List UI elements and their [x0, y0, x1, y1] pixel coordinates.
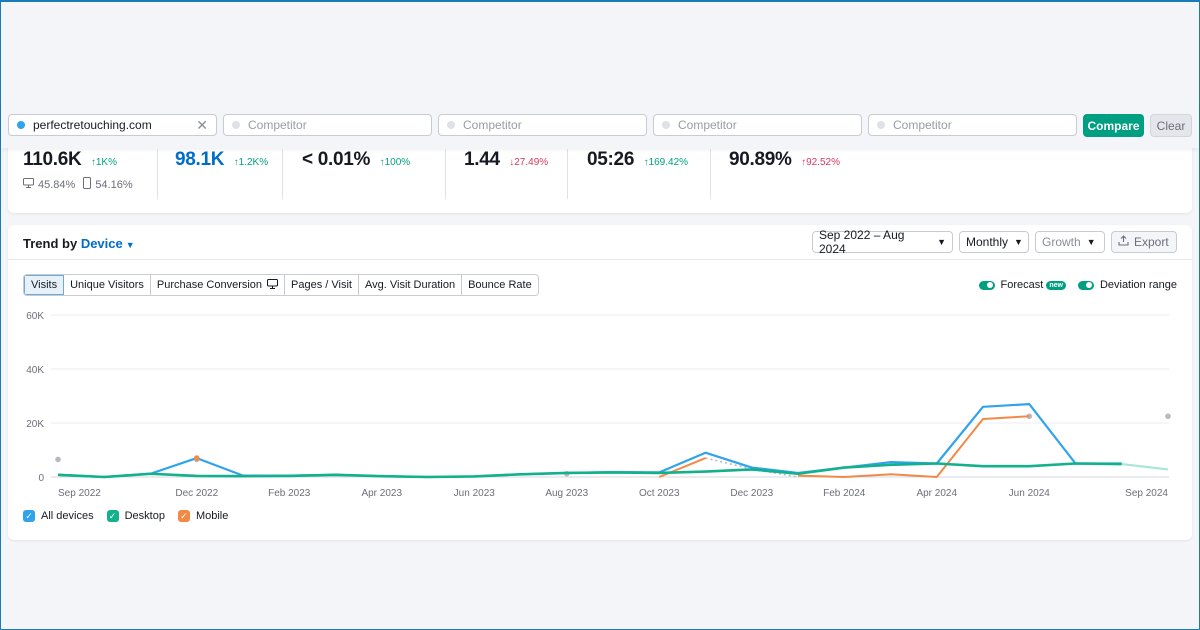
- trend-title-prefix: Trend by: [23, 236, 78, 251]
- competitor-placeholder: Competitor: [248, 118, 307, 132]
- tab-unique-visitors[interactable]: Unique Visitors: [64, 275, 151, 295]
- chart-toggles: Forecast new Deviation range: [978, 279, 1177, 291]
- growth-dropdown[interactable]: Growth ▼: [1035, 231, 1105, 253]
- tab-bounce-rate[interactable]: Bounce Rate: [462, 275, 538, 295]
- domain-color-dot: [17, 121, 25, 129]
- device-split: 45.84% 54.16%: [23, 177, 157, 192]
- export-button[interactable]: Export: [1111, 231, 1177, 253]
- checkbox-checked-icon[interactable]: ✓: [23, 510, 35, 522]
- legend-label: Desktop: [124, 510, 165, 522]
- metric-tabs: Visits Unique Visitors Purchase Conversi…: [23, 274, 539, 296]
- metric-value: 1.44: [464, 149, 500, 170]
- legend-all-devices[interactable]: ✓ All devices: [23, 510, 94, 522]
- competitor-placeholder: Competitor: [678, 118, 737, 132]
- metric-bounce-rate[interactable]: 90.89% ↑92.52%: [711, 149, 911, 199]
- metric-value: 98.1K: [175, 149, 225, 170]
- tab-visits[interactable]: Visits: [24, 275, 65, 295]
- competitor-placeholder: Competitor: [893, 118, 952, 132]
- primary-domain-input[interactable]: perfectretouching.com ✕: [8, 114, 217, 136]
- metric-unique-visitors[interactable]: 98.1K ↑1.2K%: [158, 149, 283, 199]
- tab-label: Purchase Conversion: [156, 279, 263, 291]
- tab-pages-per-visit[interactable]: Pages / Visit: [285, 275, 359, 295]
- metric-avg-visit-duration[interactable]: 05:26 ↑169.42%: [568, 149, 711, 199]
- chevron-down-icon: ▼: [937, 237, 946, 247]
- compare-bar: perfectretouching.com ✕ Competitor Compe…: [1, 102, 1199, 148]
- domain-color-dot: [877, 121, 885, 129]
- checkbox-checked-icon[interactable]: ✓: [106, 510, 119, 522]
- date-range-dropdown[interactable]: Sep 2022 – Aug 2024 ▼: [812, 228, 953, 256]
- chevron-down-icon: ▼: [1086, 237, 1096, 247]
- primary-domain-text: perfectretouching.com: [33, 118, 152, 132]
- compare-button[interactable]: Compare: [1083, 114, 1144, 137]
- mobile-share: 54.16%: [95, 178, 133, 191]
- competitor-placeholder: Competitor: [463, 118, 522, 132]
- metric-delta: ↓27.49%: [509, 157, 549, 168]
- metric-purchase-conversion[interactable]: < 0.01% ↑100%: [283, 149, 446, 199]
- domain-color-dot: [232, 121, 240, 129]
- growth-label: Growth: [1042, 235, 1081, 249]
- chevron-down-icon: ▼: [1014, 237, 1023, 247]
- legend-mobile[interactable]: ✓ Mobile: [177, 510, 229, 522]
- metric-value: 110.6K: [23, 149, 82, 170]
- tab-purchase-conversion[interactable]: Purchase Conversion: [150, 275, 286, 295]
- chevron-down-icon: ▼: [125, 240, 135, 250]
- metric-delta: ↑169.42%: [643, 157, 689, 168]
- trend-header: Trend by Device ▼ Sep 2022 – Aug 2024 ▼ M…: [8, 225, 1192, 260]
- competitor-input-4[interactable]: Competitor: [868, 114, 1077, 136]
- competitor-input-3[interactable]: Competitor: [653, 114, 862, 136]
- metric-delta: ↑100%: [379, 157, 411, 168]
- trend-title: Trend by Device ▼: [23, 236, 135, 251]
- competitor-input-1[interactable]: Competitor: [223, 114, 432, 136]
- legend-desktop[interactable]: ✓ Desktop: [106, 510, 165, 522]
- export-label: Export: [1134, 235, 1169, 249]
- deviation-range-label: Deviation range: [1099, 279, 1177, 291]
- metric-visits[interactable]: 110.6K ↑1K% 45.84% 54.16%: [23, 149, 158, 199]
- new-badge: new: [1046, 280, 1066, 290]
- checkbox-checked-icon[interactable]: ✓: [177, 510, 190, 522]
- deviation-range-toggle[interactable]: [1077, 280, 1094, 290]
- device-dimension-label: Device: [80, 236, 123, 251]
- legend-label: All devices: [41, 510, 94, 522]
- device-dimension-dropdown[interactable]: Device ▼: [81, 236, 135, 251]
- metric-value: 05:26: [587, 149, 635, 170]
- desktop-icon: [23, 178, 34, 191]
- trend-card: Trend by Device ▼ Sep 2022 – Aug 2024 ▼ M…: [8, 225, 1192, 540]
- chart-legend: ✓ All devices ✓ Desktop ✓ Mobile: [23, 510, 241, 522]
- granularity-label: Monthly: [966, 235, 1009, 249]
- granularity-dropdown[interactable]: Monthly ▼: [959, 231, 1029, 253]
- export-icon: [1118, 235, 1129, 249]
- clear-domain-icon[interactable]: ✕: [196, 118, 208, 132]
- domain-color-dot: [662, 121, 670, 129]
- forecast-label: Forecast: [1000, 279, 1044, 291]
- competitor-input-2[interactable]: Competitor: [438, 114, 647, 136]
- desktop-icon: [267, 278, 279, 292]
- forecast-toggle[interactable]: [978, 280, 995, 290]
- metric-pages-per-visit[interactable]: 1.44 ↓27.49%: [446, 149, 568, 199]
- metric-value: < 0.01%: [302, 149, 371, 170]
- mobile-icon: [83, 177, 92, 192]
- date-range-label: Sep 2022 – Aug 2024: [819, 228, 905, 256]
- legend-label: Mobile: [195, 510, 229, 522]
- tab-avg-visit-duration[interactable]: Avg. Visit Duration: [359, 275, 463, 295]
- domain-color-dot: [447, 121, 455, 129]
- desktop-share: 45.84%: [38, 178, 76, 191]
- metric-delta: ↑1K%: [90, 157, 117, 168]
- metric-delta: ↑92.52%: [801, 157, 841, 168]
- clear-button[interactable]: Clear: [1150, 114, 1192, 137]
- metric-value: 90.89%: [729, 149, 792, 170]
- metric-delta: ↑1.2K%: [233, 157, 269, 168]
